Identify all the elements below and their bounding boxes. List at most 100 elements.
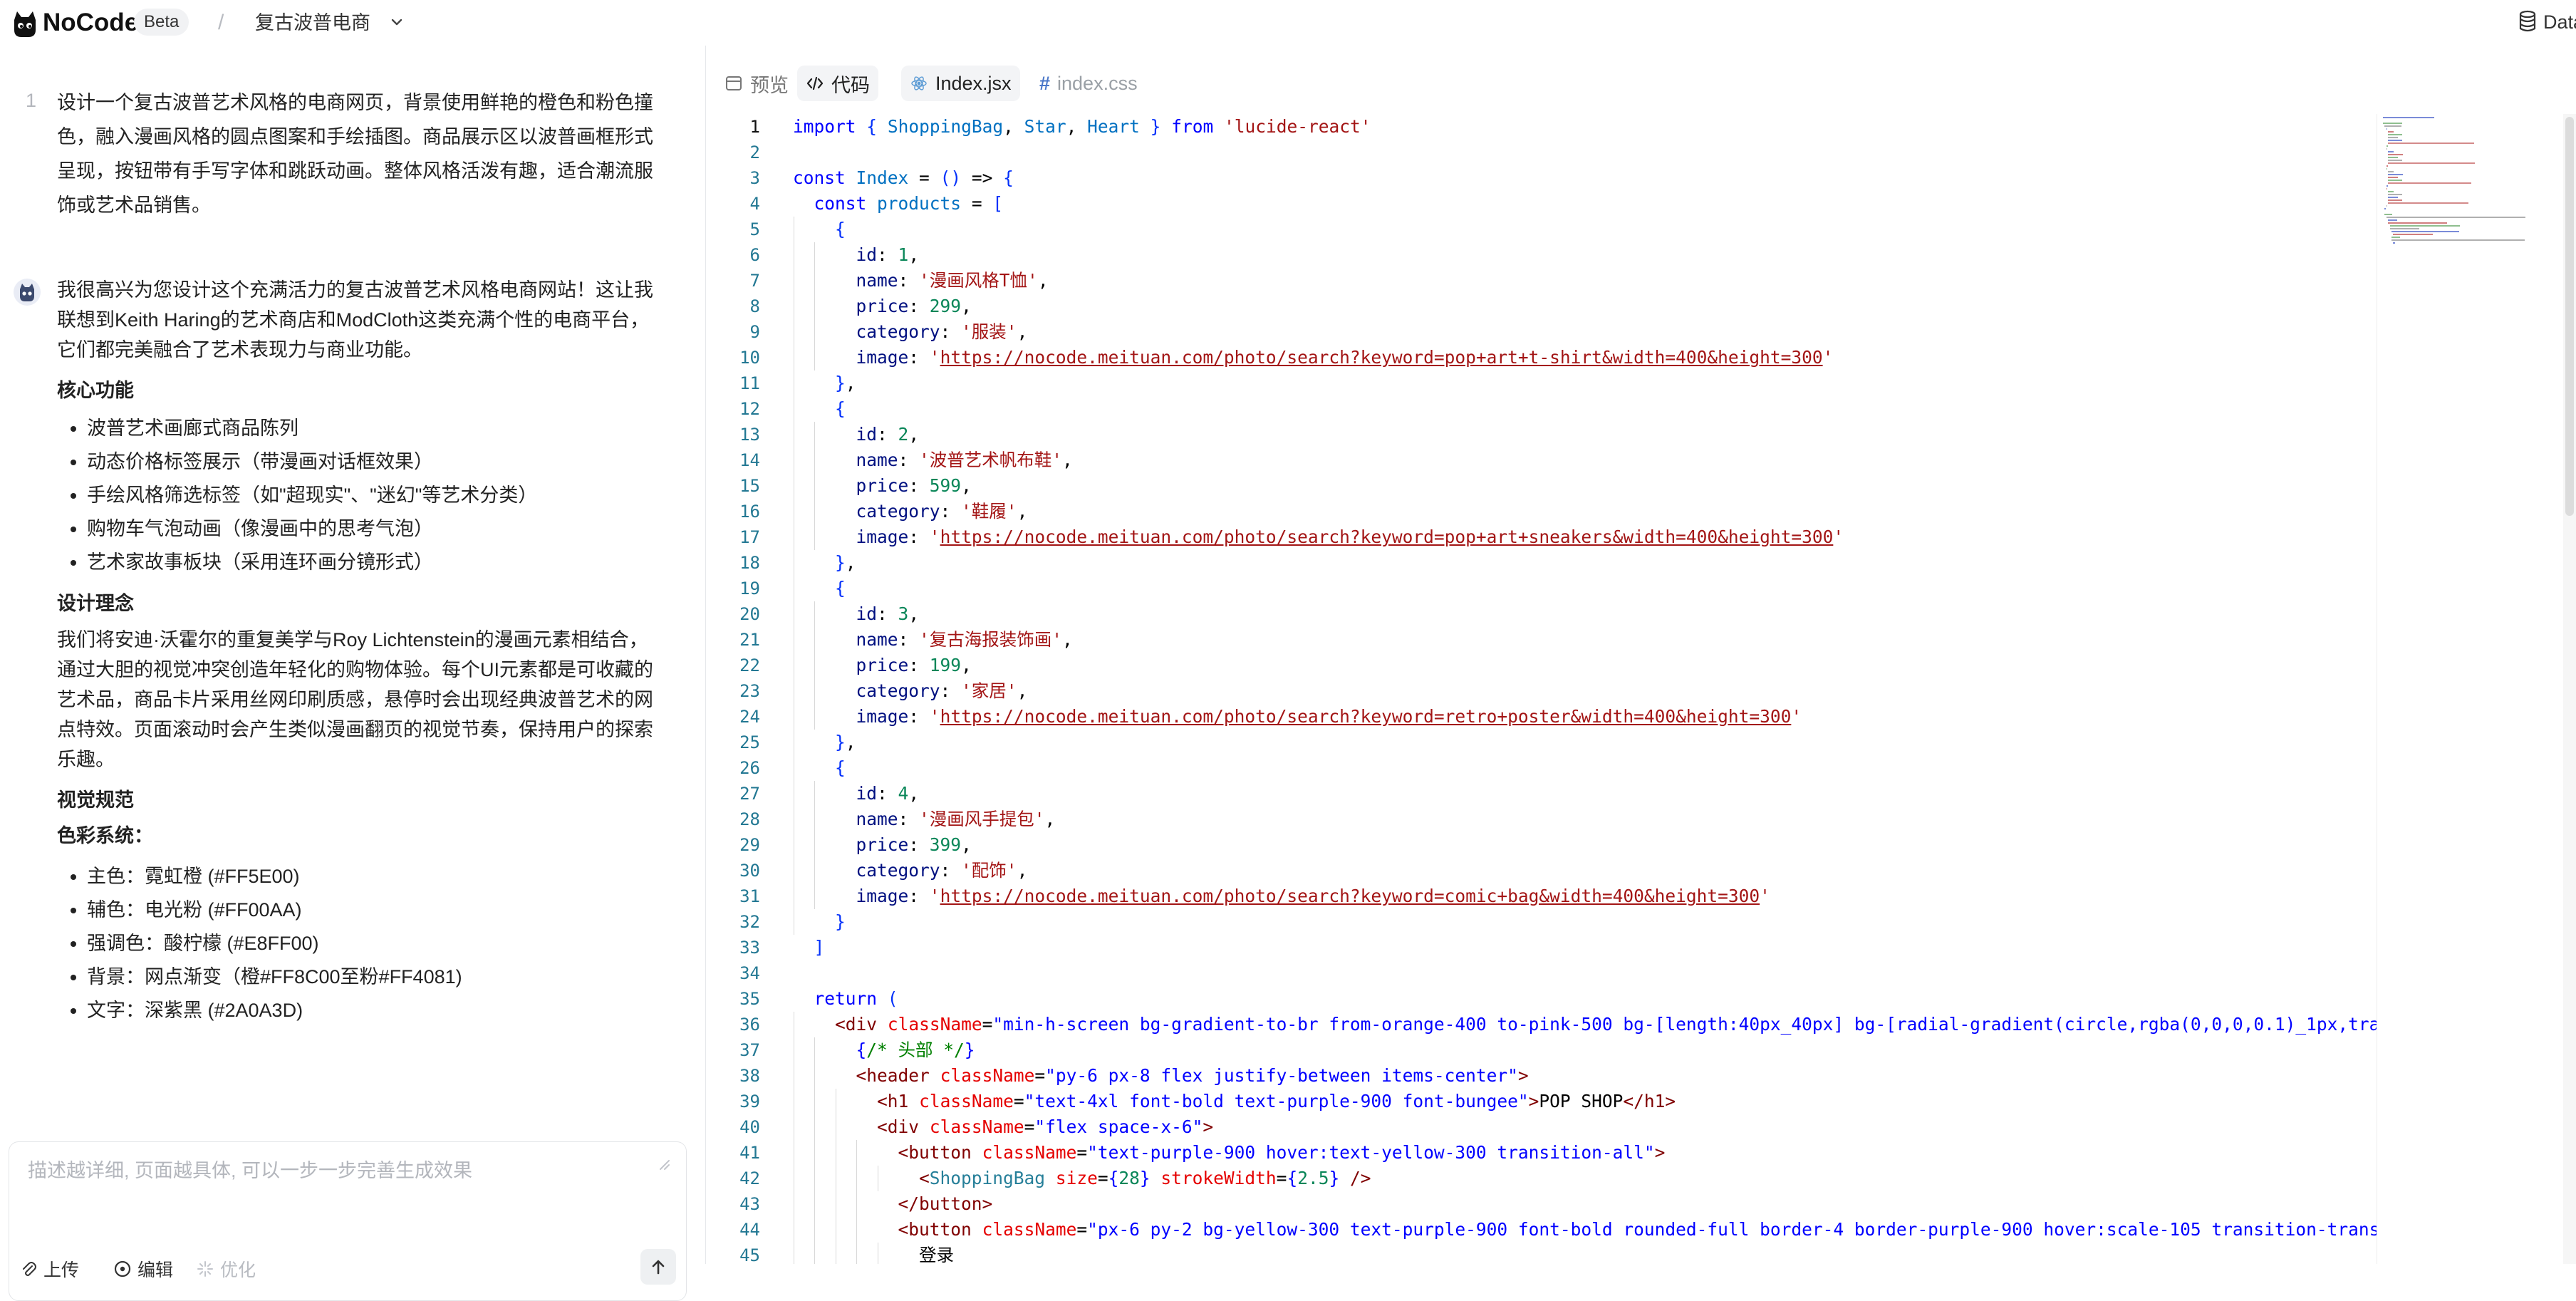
code-text: id: 1, bbox=[856, 244, 920, 265]
line-number: 45 bbox=[739, 1245, 760, 1264]
code-text: { bbox=[835, 578, 846, 598]
minimap-line bbox=[2391, 231, 2459, 232]
code-line[interactable]: 18 }, bbox=[706, 550, 2377, 576]
brand-name[interactable]: NoCode bbox=[43, 9, 138, 37]
data-menu-label[interactable]: Data bbox=[2543, 10, 2576, 34]
send-button[interactable] bbox=[640, 1249, 676, 1285]
minimap-line bbox=[2391, 237, 2400, 238]
code-line[interactable]: 36 <div className="min-h-screen bg-gradi… bbox=[706, 1012, 2377, 1037]
minimap-line bbox=[2393, 242, 2395, 244]
code-line[interactable]: 23 category: '家居', bbox=[706, 678, 2377, 704]
code-line[interactable]: 37 {/* 头部 */} bbox=[706, 1037, 2377, 1063]
code-line[interactable]: 20 id: 3, bbox=[706, 601, 2377, 627]
code-line[interactable]: 4 const products = [ bbox=[706, 191, 2377, 217]
code-line[interactable]: 10 image: 'https://nocode.meituan.com/ph… bbox=[706, 345, 2377, 370]
code-line[interactable]: 42 <ShoppingBag size={28} strokeWidth={2… bbox=[706, 1166, 2377, 1191]
code-line[interactable]: 1 import { ShoppingBag, Star, Heart } fro… bbox=[706, 114, 2377, 140]
chevron-down-icon[interactable] bbox=[389, 14, 405, 30]
code-line[interactable]: 8 price: 299, bbox=[706, 294, 2377, 319]
code-line[interactable]: 15 price: 599, bbox=[706, 473, 2377, 499]
code-minimap[interactable] bbox=[2377, 114, 2564, 1264]
code-line[interactable]: 13 id: 2, bbox=[706, 422, 2377, 447]
code-line[interactable]: 35 return ( bbox=[706, 986, 2377, 1012]
line-number: 15 bbox=[739, 476, 760, 496]
prompt-input[interactable] bbox=[26, 1154, 670, 1235]
tab-file-index-jsx[interactable]: Index.jsx bbox=[901, 66, 1020, 101]
project-name[interactable]: 复古波普电商 bbox=[255, 10, 370, 36]
code-line[interactable]: 44 <button className="px-6 py-2 bg-yello… bbox=[706, 1217, 2377, 1243]
code-line[interactable]: 28 name: '漫画风手提包', bbox=[706, 807, 2377, 832]
minimap-line bbox=[2388, 182, 2472, 184]
minimap-line bbox=[2388, 222, 2448, 224]
expand-icon[interactable] bbox=[655, 1155, 670, 1171]
code-text: <div className="flex space-x-6"> bbox=[877, 1116, 1214, 1137]
nocode-logo-icon[interactable] bbox=[10, 9, 40, 38]
code-line[interactable]: 12 { bbox=[706, 396, 2377, 422]
optimize-button[interactable]: 优化 bbox=[196, 1255, 256, 1283]
edit-button[interactable]: 编辑 bbox=[113, 1255, 173, 1283]
code-line[interactable]: 19 { bbox=[706, 576, 2377, 601]
code-line[interactable]: 3 const Index = () => { bbox=[706, 165, 2377, 191]
code-editor[interactable]: 1 import { ShoppingBag, Star, Heart } fro… bbox=[706, 114, 2377, 1264]
tab-preview[interactable]: 预览 bbox=[716, 66, 797, 101]
scrollbar-thumb[interactable] bbox=[2565, 117, 2574, 516]
code-line[interactable]: 5 { bbox=[706, 217, 2377, 242]
code-line[interactable]: 6 id: 1, bbox=[706, 242, 2377, 268]
code-panel: 预览 代码 Index.jsx # index.css 1 import { Sh… bbox=[706, 46, 2576, 1264]
code-line[interactable]: 25 }, bbox=[706, 730, 2377, 755]
code-line[interactable]: 16 category: '鞋履', bbox=[706, 499, 2377, 524]
minimap-line bbox=[2388, 151, 2394, 152]
code-line[interactable]: 30 category: '配饰', bbox=[706, 858, 2377, 883]
minimap-line bbox=[2388, 162, 2476, 164]
optimize-label: 优化 bbox=[220, 1260, 256, 1280]
minimap-line bbox=[2388, 197, 2399, 198]
line-number: 10 bbox=[739, 348, 760, 368]
minimap-line bbox=[2388, 171, 2394, 172]
code-line[interactable]: 38 <header className="py-6 px-8 flex jus… bbox=[706, 1063, 2377, 1089]
editor-tabbar: 预览 代码 Index.jsx # index.css bbox=[706, 46, 2576, 114]
code-line[interactable]: 21 name: '复古海报装饰画', bbox=[706, 627, 2377, 653]
tab-code[interactable]: 代码 bbox=[797, 66, 878, 101]
minimap-line bbox=[2388, 174, 2403, 175]
code-line[interactable]: 41 <button className="text-purple-900 ho… bbox=[706, 1140, 2377, 1166]
line-number: 14 bbox=[739, 450, 760, 470]
code-line[interactable]: 9 category: '服装', bbox=[706, 319, 2377, 345]
minimap-line bbox=[2388, 194, 2402, 195]
code-line[interactable]: 17 image: 'https://nocode.meituan.com/ph… bbox=[706, 524, 2377, 550]
code-line[interactable]: 7 name: '漫画风格T恤', bbox=[706, 268, 2377, 294]
code-line[interactable]: 11 }, bbox=[706, 370, 2377, 396]
database-icon[interactable] bbox=[2518, 10, 2538, 33]
code-text: { bbox=[835, 398, 846, 419]
minimap-line bbox=[2391, 239, 2525, 241]
list-item: 手绘风格筛选标签（如"超现实"、"迷幻"等艺术分类） bbox=[87, 479, 663, 512]
code-line[interactable]: 24 image: 'https://nocode.meituan.com/ph… bbox=[706, 704, 2377, 730]
code-text: <div className="min-h-screen bg-gradient… bbox=[835, 1014, 2377, 1035]
line-number: 13 bbox=[739, 425, 760, 445]
code-text: 登录 bbox=[793, 1245, 955, 1264]
code-line[interactable]: 14 name: '波普艺术帆布鞋', bbox=[706, 447, 2377, 473]
tab-file-index-css[interactable]: # index.css bbox=[1031, 66, 1146, 101]
code-line[interactable]: 27 id: 4, bbox=[706, 781, 2377, 807]
code-text: price: 199, bbox=[856, 655, 972, 675]
vertical-scrollbar[interactable] bbox=[2563, 114, 2576, 1264]
code-line[interactable]: 40 <div className="flex space-x-6"> bbox=[706, 1114, 2377, 1140]
code-line[interactable]: 26 { bbox=[706, 755, 2377, 781]
code-line[interactable]: 39 <h1 className="text-4xl font-bold tex… bbox=[706, 1089, 2377, 1114]
code-line[interactable]: 31 image: 'https://nocode.meituan.com/ph… bbox=[706, 883, 2377, 909]
code-line[interactable]: 2 bbox=[706, 140, 2377, 165]
code-line[interactable]: 22 price: 199, bbox=[706, 653, 2377, 678]
minimap-line bbox=[2388, 137, 2399, 138]
line-number: 35 bbox=[739, 989, 760, 1009]
code-line[interactable]: 33 ] bbox=[706, 935, 2377, 960]
sparkle-icon bbox=[197, 1261, 213, 1277]
code-line[interactable]: 29 price: 399, bbox=[706, 832, 2377, 858]
list-item: 艺术家故事板块（采用连环画分镜形式） bbox=[87, 546, 663, 579]
list-item: 文字：深紫黑 (#2A0A3D) bbox=[87, 994, 663, 1027]
code-line[interactable]: 32 } bbox=[706, 909, 2377, 935]
line-number: 18 bbox=[739, 553, 760, 573]
code-line[interactable]: 45 登录 bbox=[706, 1243, 2377, 1264]
line-number: 40 bbox=[739, 1117, 760, 1137]
code-line[interactable]: 34 bbox=[706, 960, 2377, 986]
upload-button[interactable]: 上传 bbox=[19, 1255, 79, 1283]
code-line[interactable]: 43 </button> bbox=[706, 1191, 2377, 1217]
